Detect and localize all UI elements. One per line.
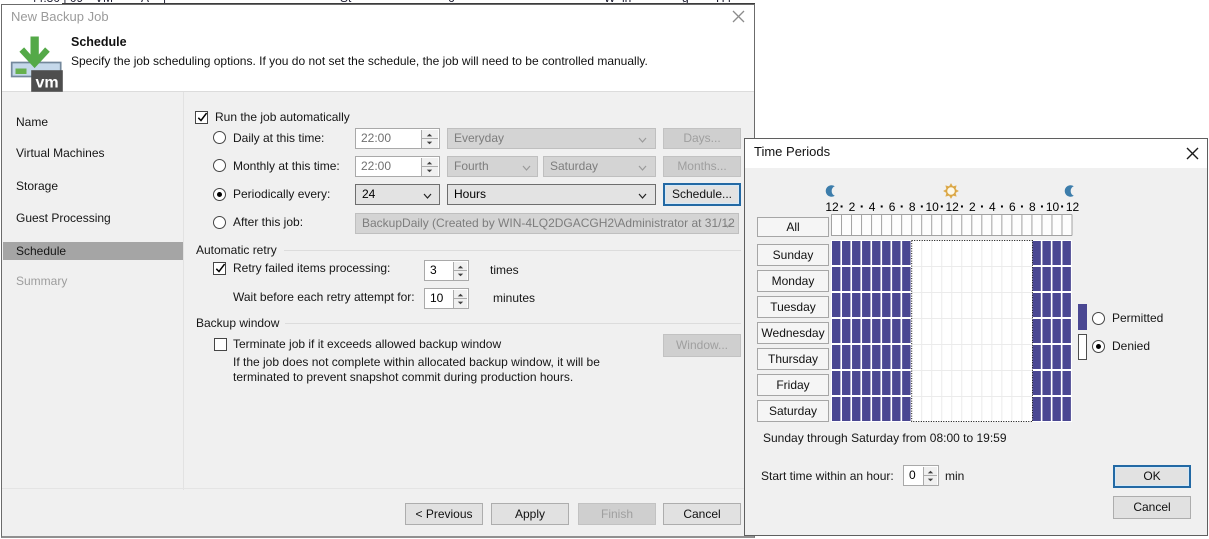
svg-text:vm: vm [35,75,58,92]
